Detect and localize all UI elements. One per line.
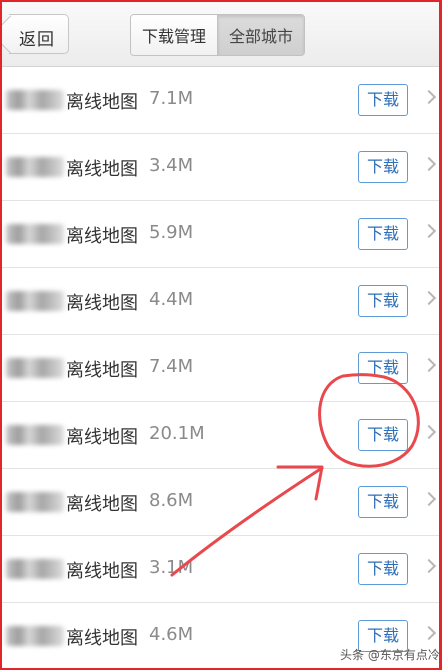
- chevron-right-icon[interactable]: [421, 424, 437, 440]
- chevron-right-icon[interactable]: [421, 625, 437, 641]
- blurred-city-name: [6, 626, 64, 646]
- map-title: 离线地图: [66, 561, 138, 582]
- list-item[interactable]: 离线地图 5.9M 下载: [0, 201, 442, 268]
- map-size: 7.1M: [149, 88, 194, 109]
- chevron-right-icon[interactable]: [421, 156, 437, 172]
- map-size: 8.6M: [149, 490, 194, 511]
- map-size: 4.6M: [149, 624, 194, 645]
- blurred-city-name: [6, 157, 64, 177]
- list-item[interactable]: 离线地图 4.4M 下载: [0, 268, 442, 335]
- map-size: 5.9M: [149, 222, 194, 243]
- download-button[interactable]: 下载: [358, 352, 408, 384]
- blurred-city-name: [6, 492, 64, 512]
- map-title: 离线地图: [66, 360, 138, 381]
- map-size: 4.4M: [149, 289, 194, 310]
- chevron-right-icon[interactable]: [421, 223, 437, 239]
- blurred-city-name: [6, 291, 64, 311]
- list-item[interactable]: 离线地图 3.1M 下载: [0, 536, 442, 603]
- map-size: 7.4M: [149, 356, 194, 377]
- chevron-right-icon[interactable]: [421, 558, 437, 574]
- list-item[interactable]: 离线地图 20.1M 下载: [0, 402, 442, 469]
- blurred-city-name: [6, 559, 64, 579]
- top-bar: 返回 下载管理 全部城市: [0, 0, 442, 67]
- list-item[interactable]: 离线地图 8.6M 下载: [0, 469, 442, 536]
- download-button[interactable]: 下载: [358, 84, 408, 116]
- blurred-city-name: [6, 224, 64, 244]
- blurred-city-name: [6, 358, 64, 378]
- chevron-right-icon[interactable]: [421, 357, 437, 373]
- chevron-right-icon[interactable]: [421, 89, 437, 105]
- chevron-right-icon[interactable]: [421, 491, 437, 507]
- map-title: 离线地图: [66, 159, 138, 180]
- download-button[interactable]: 下载: [358, 486, 408, 518]
- chevron-right-icon[interactable]: [421, 290, 437, 306]
- map-size: 3.4M: [149, 155, 194, 176]
- download-button[interactable]: 下载: [358, 553, 408, 585]
- blurred-city-name: [6, 425, 64, 445]
- blurred-city-name: [6, 90, 64, 110]
- back-button[interactable]: 返回: [0, 14, 69, 54]
- map-size: 20.1M: [149, 423, 205, 444]
- list-item[interactable]: 离线地图 3.4M 下载: [0, 134, 442, 201]
- map-title: 离线地图: [66, 226, 138, 247]
- watermark-text: 头条 @东京有点冷: [340, 648, 440, 662]
- tab-all-cities[interactable]: 全部城市: [217, 15, 305, 55]
- map-title: 离线地图: [66, 92, 138, 113]
- list-item[interactable]: 离线地图 7.1M 下载: [0, 67, 442, 134]
- map-title: 离线地图: [66, 293, 138, 314]
- back-button-label: 返回: [19, 30, 55, 50]
- map-title: 离线地图: [66, 427, 138, 448]
- map-title: 离线地图: [66, 628, 138, 649]
- map-title: 离线地图: [66, 494, 138, 515]
- list-item[interactable]: 离线地图 7.4M 下载: [0, 335, 442, 402]
- map-size: 3.1M: [149, 557, 194, 578]
- download-button[interactable]: 下载: [358, 151, 408, 183]
- tab-download-manager[interactable]: 下载管理: [131, 15, 218, 55]
- segmented-control: 下载管理 全部城市: [130, 14, 306, 56]
- download-button[interactable]: 下载: [358, 419, 408, 451]
- download-button[interactable]: 下载: [358, 218, 408, 250]
- city-map-list: 离线地图 7.1M 下载 离线地图 3.4M 下载 离线地图 5.9M 下载 离线地图 4.4M 下载…: [0, 67, 442, 670]
- download-button[interactable]: 下载: [358, 285, 408, 317]
